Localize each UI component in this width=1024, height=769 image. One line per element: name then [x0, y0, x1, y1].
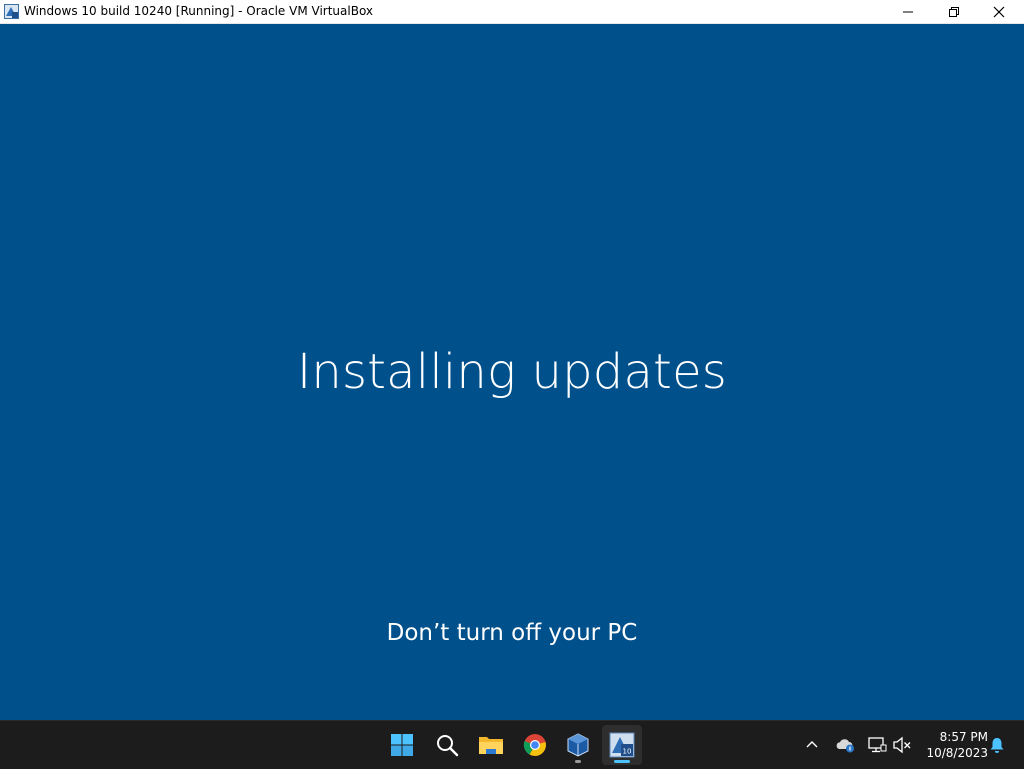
search-button[interactable] — [427, 725, 467, 765]
clock-time: 8:57 PM — [939, 730, 988, 744]
virtualbox-vm-icon[interactable] — [4, 4, 19, 19]
dont-turn-off-message: Don’t turn off your PC — [386, 620, 638, 646]
notification-bell-icon — [990, 738, 1004, 753]
svg-text:10: 10 — [623, 748, 632, 756]
taskbar: 10 8:57 PM 10/8/2023 — [0, 720, 1024, 769]
minimize-button[interactable] — [885, 0, 931, 23]
folder-icon — [479, 737, 503, 754]
close-button[interactable] — [976, 0, 1022, 23]
volume-tray-button[interactable] — [890, 733, 914, 757]
network-tray-button[interactable] — [865, 733, 889, 757]
network-icon — [868, 737, 887, 753]
windows-start-icon — [391, 734, 413, 756]
close-icon — [993, 6, 1005, 17]
restore-button[interactable] — [931, 0, 977, 23]
show-hidden-icons-button[interactable] — [800, 733, 824, 757]
start-button[interactable] — [382, 725, 422, 765]
installing-updates-message: Installing updates — [296, 344, 728, 400]
window-title: Windows 10 build 10240 [Running] - Oracl… — [24, 4, 374, 18]
virtualbox-vm-icon: 10 — [609, 732, 635, 758]
chrome-button[interactable] — [515, 725, 555, 765]
search-icon — [437, 735, 459, 757]
onedrive-tray-button[interactable] — [833, 733, 857, 757]
virtualbox-icon — [567, 733, 589, 757]
guest-screen[interactable]: Installing updates Don’t turn off your P… — [0, 24, 1024, 720]
file-explorer-button[interactable] — [471, 725, 511, 765]
minimize-icon — [903, 11, 913, 12]
notifications-button[interactable] — [985, 733, 1009, 757]
running-indicator — [575, 760, 581, 763]
onedrive-icon — [836, 739, 854, 753]
clock-date: 10/8/2023 — [926, 746, 988, 760]
active-indicator — [614, 760, 630, 763]
clock[interactable]: 8:57 PM 10/8/2023 — [918, 729, 988, 761]
window-title-bar[interactable]: Windows 10 build 10240 [Running] - Oracl… — [0, 0, 1024, 24]
restore-icon — [949, 6, 959, 17]
virtualbox-manager-button[interactable] — [558, 725, 598, 765]
chrome-icon — [523, 734, 546, 756]
virtualbox-vm-button[interactable]: 10 — [602, 725, 642, 765]
chevron-up-icon — [806, 741, 818, 748]
volume-muted-icon — [893, 736, 911, 754]
